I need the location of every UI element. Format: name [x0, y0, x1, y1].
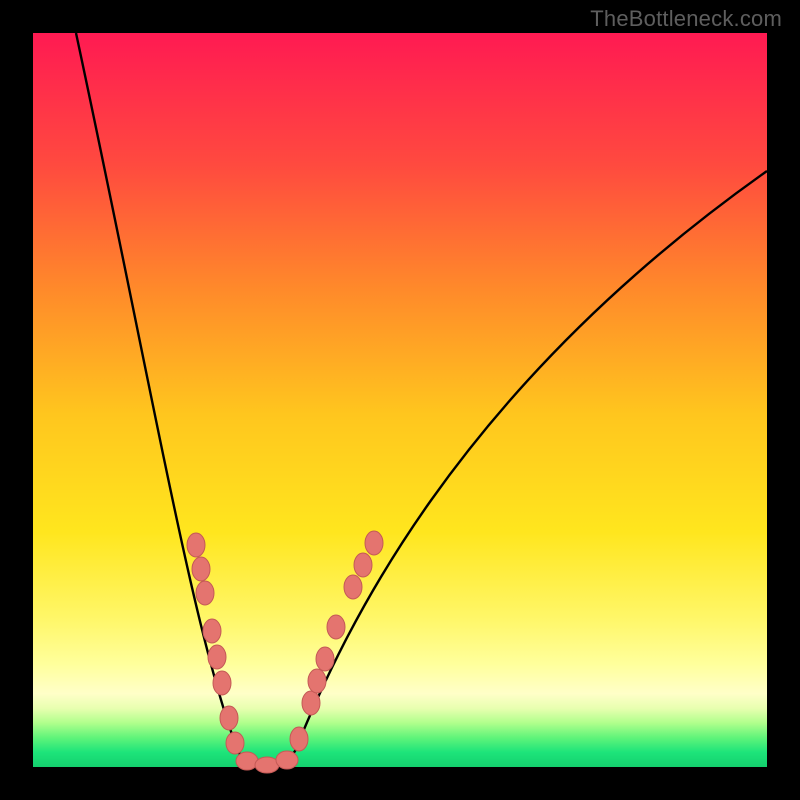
marker-group [187, 531, 383, 773]
chart-svg [33, 33, 767, 767]
curve-marker [226, 732, 244, 754]
curve-marker [192, 557, 210, 581]
curve-marker [290, 727, 308, 751]
curve-marker [208, 645, 226, 669]
curve-marker [354, 553, 372, 577]
curve-marker [255, 757, 279, 773]
curve-marker [203, 619, 221, 643]
curve-marker [196, 581, 214, 605]
curve-marker [316, 647, 334, 671]
curve-marker [302, 691, 320, 715]
curve-marker [236, 752, 258, 770]
curve-marker [308, 669, 326, 693]
curve-marker [327, 615, 345, 639]
curve-marker [213, 671, 231, 695]
curve-marker [344, 575, 362, 599]
curve-marker [365, 531, 383, 555]
v-curve-path [76, 33, 767, 767]
curve-marker [276, 751, 298, 769]
watermark-text: TheBottleneck.com [590, 6, 782, 32]
curve-marker [187, 533, 205, 557]
curve-marker [220, 706, 238, 730]
plot-area [33, 33, 767, 767]
chart-frame: TheBottleneck.com [0, 0, 800, 800]
